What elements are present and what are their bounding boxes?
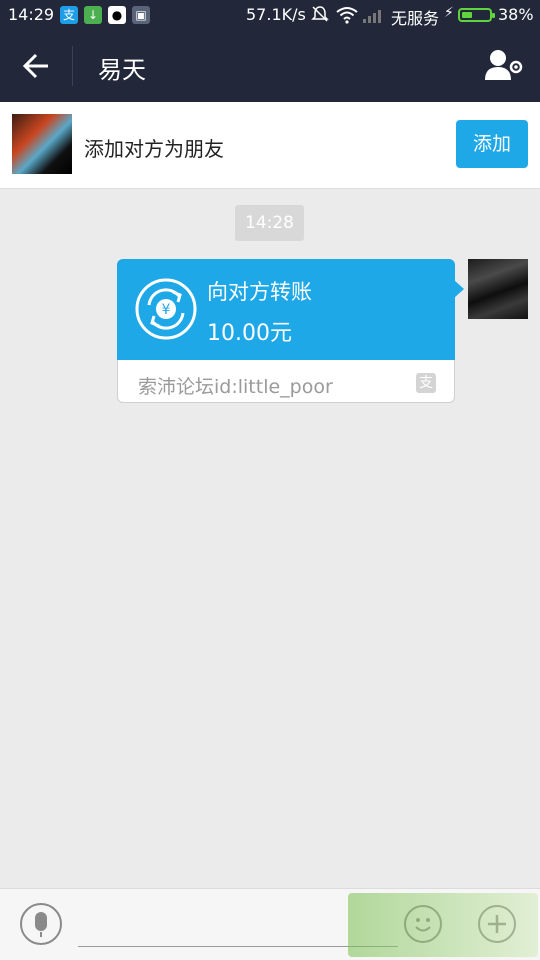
microphone-icon (35, 912, 47, 937)
transfer-amount: 10.00元 (207, 321, 292, 346)
gallery-icon: ▣ (132, 6, 150, 24)
transfer-message-card[interactable]: ¥ 向对方转账 10.00元 索沛论坛id:little_poor 支 (117, 259, 464, 403)
signal-icon (363, 7, 385, 27)
status-bar: 14:29 支 ↓ ● ▣ 57.1K/s 无服务 ⚡ 38% (0, 0, 540, 30)
my-avatar[interactable] (468, 259, 528, 319)
network-speed: 57.1K/s (246, 5, 306, 24)
arrow-left-icon (22, 53, 48, 79)
add-friend-button[interactable]: 添加 (456, 120, 528, 168)
user-settings-icon (485, 50, 523, 80)
voice-button[interactable] (20, 903, 62, 945)
chat-header: 易天 (0, 30, 540, 102)
transfer-title: 向对方转账 (207, 280, 312, 304)
screen: 14:29 支 ↓ ● ▣ 57.1K/s 无服务 ⚡ 38% 易天 添加对方为… (0, 0, 540, 960)
carrier-status: 无服务 (391, 9, 440, 28)
profile-settings-button[interactable] (482, 46, 526, 86)
add-friend-bar: 添加对方为朋友 添加 (0, 102, 540, 189)
back-button[interactable] (14, 48, 58, 84)
wifi-icon (336, 6, 358, 28)
qq-icon: ● (108, 6, 126, 24)
transfer-footer: 索沛论坛id:little_poor (138, 376, 333, 398)
add-friend-prompt: 添加对方为朋友 (84, 137, 224, 161)
status-time: 14:29 (8, 5, 55, 24)
svg-text:¥: ¥ (162, 302, 171, 318)
message-timestamp: 14:28 (235, 205, 304, 241)
download-icon: ↓ (84, 6, 102, 24)
battery-icon (458, 8, 495, 22)
battery-percent: 38% (498, 5, 534, 24)
silent-bell-icon (311, 5, 329, 27)
site-watermark (348, 893, 538, 957)
chat-title: 易天 (98, 56, 146, 84)
bubble-tail (454, 280, 464, 298)
friend-avatar[interactable] (12, 114, 72, 174)
alipay-logo-icon: 支 (416, 373, 436, 393)
transfer-yuan-icon: ¥ (135, 278, 197, 340)
alipay-icon: 支 (60, 6, 78, 24)
header-divider (72, 46, 73, 86)
transfer-card-header: ¥ 向对方转账 10.00元 (117, 259, 464, 360)
battery-level (462, 12, 472, 18)
charging-icon: ⚡ (444, 5, 454, 21)
